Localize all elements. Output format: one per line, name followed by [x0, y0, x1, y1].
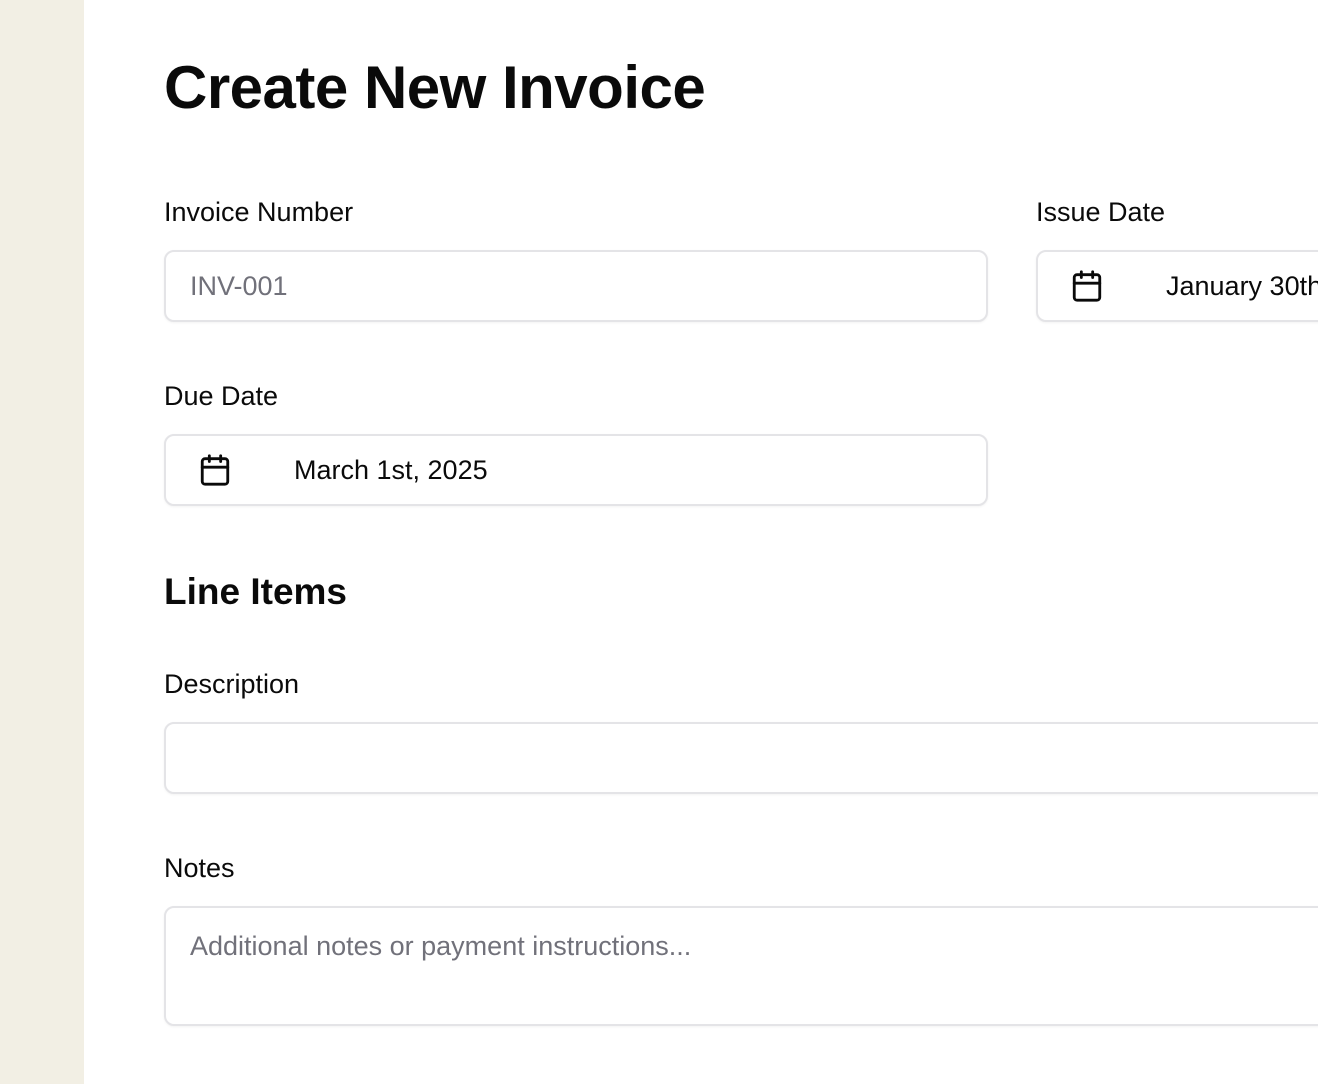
line-items-title: Line Items	[164, 571, 347, 612]
due-date-label: Due Date	[164, 381, 279, 411]
issue-date-value: January 30th,	[1166, 270, 1318, 301]
calendar-icon	[198, 453, 232, 487]
issue-date-label: Issue Date	[1036, 197, 1166, 227]
description-input[interactable]	[164, 722, 1318, 794]
notes-placeholder: Additional notes or payment instructions…	[190, 931, 692, 961]
notes-textarea[interactable]: Additional notes or payment instructions…	[164, 906, 1318, 1026]
main-content: Create New Invoice Invoice Number INV-00…	[84, 0, 1318, 1084]
description-label: Description	[164, 669, 300, 699]
calendar-icon	[1070, 269, 1104, 303]
sidebar-strip	[0, 0, 84, 1084]
issue-date-picker[interactable]: January 30th,	[1036, 250, 1318, 322]
due-date-picker[interactable]: March 1st, 2025	[164, 434, 988, 506]
invoice-number-placeholder: INV-001	[190, 270, 288, 301]
invoice-number-input[interactable]: INV-001	[164, 250, 988, 322]
notes-label: Notes	[164, 853, 235, 883]
due-date-value: March 1st, 2025	[294, 454, 488, 485]
invoice-number-label: Invoice Number	[164, 197, 354, 227]
page-title: Create New Invoice	[164, 54, 706, 121]
